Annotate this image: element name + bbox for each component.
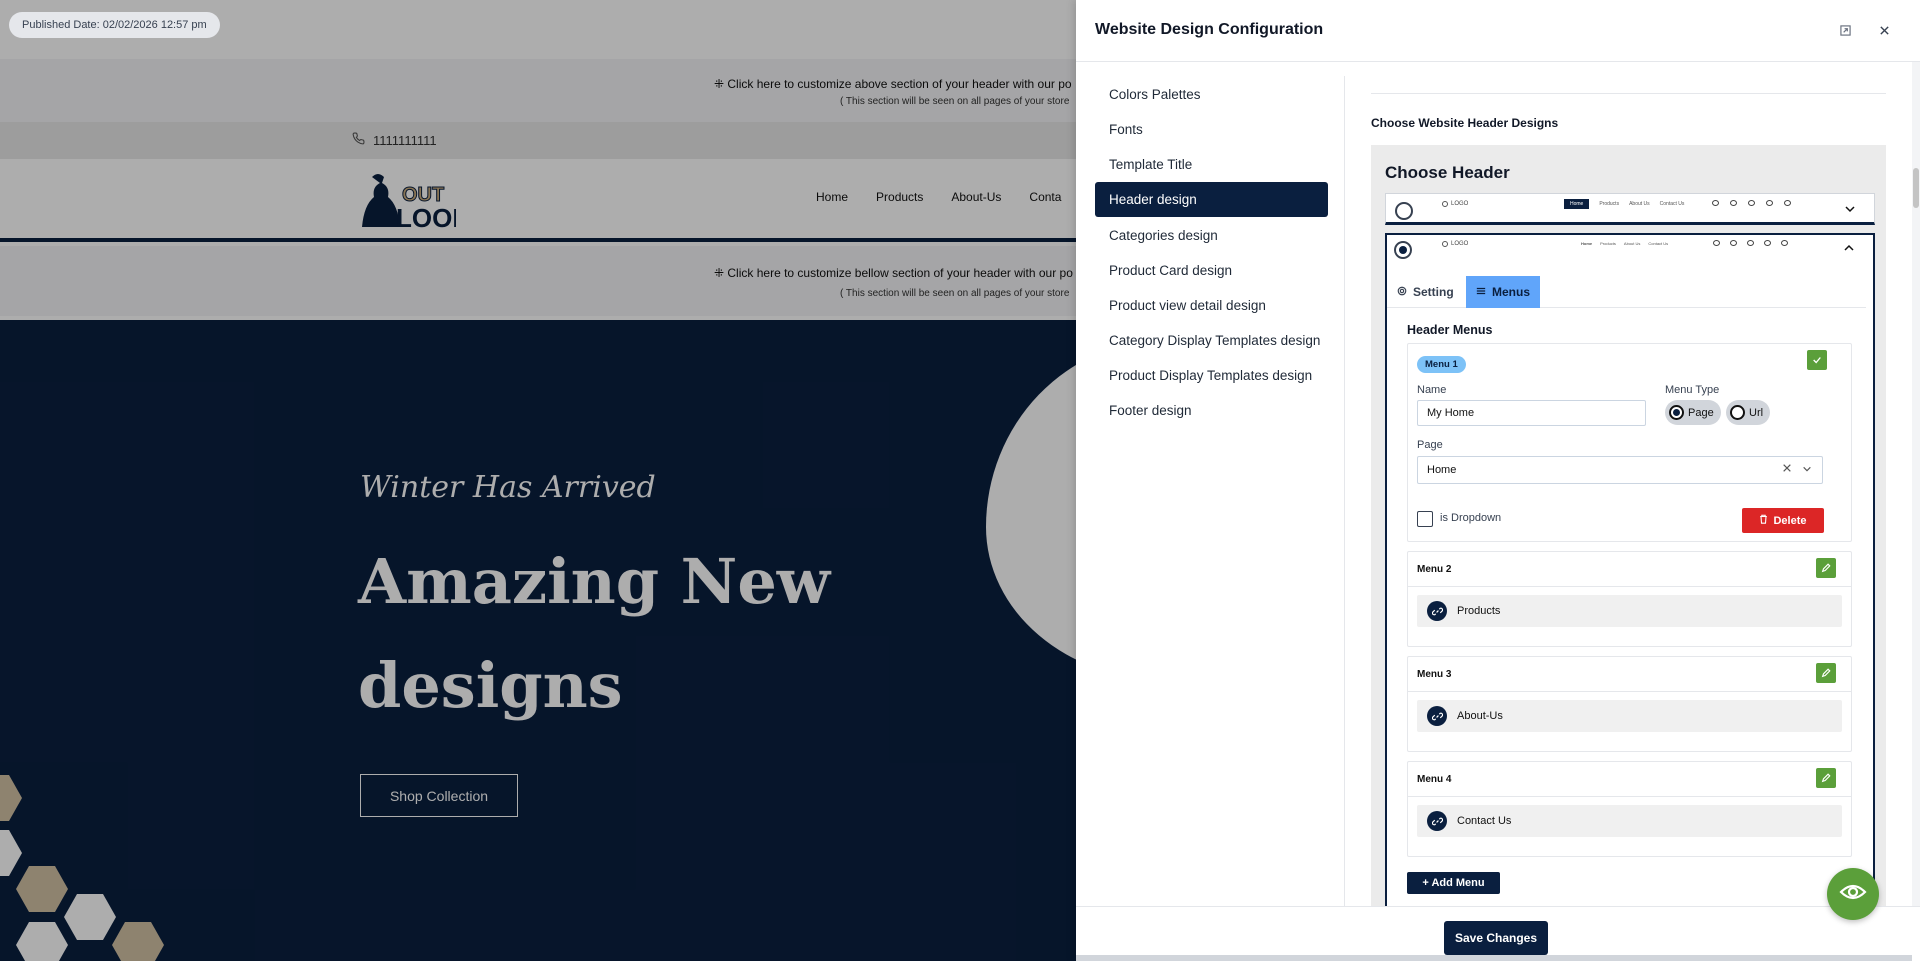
pencil-icon	[1821, 773, 1831, 783]
nav-template-title[interactable]: Template Title	[1095, 147, 1328, 182]
pencil-icon	[1821, 668, 1831, 678]
menu-1-badge: Menu 1	[1417, 356, 1466, 373]
menu-type-url-radio[interactable]: Url	[1726, 400, 1771, 425]
link-icon	[1427, 811, 1447, 831]
chevron-down-icon[interactable]	[1844, 202, 1856, 220]
nav-colors-palettes[interactable]: Colors Palettes	[1095, 77, 1328, 112]
page-select[interactable]: Home	[1417, 456, 1823, 484]
menu-card-4: Menu 4 Contact Us	[1407, 761, 1852, 857]
header-option-2[interactable]: LOGO Home Products About Us Contact Us S…	[1385, 233, 1875, 906]
nav-header-design[interactable]: Header design	[1095, 182, 1328, 218]
mini-nav: Home Products About Us Contact Us	[1564, 199, 1684, 209]
mini-logo: LOGO	[1442, 241, 1468, 247]
design-config-drawer: Website Design Configuration Colors Pale…	[1076, 0, 1920, 961]
drawer-header: Website Design Configuration	[1076, 0, 1920, 62]
section-divider	[1371, 93, 1886, 94]
trash-icon	[1759, 514, 1768, 527]
is-dropdown-checkbox[interactable]	[1417, 511, 1433, 527]
header-option-1[interactable]: LOGO Home Products About Us Contact Us	[1385, 193, 1875, 225]
drawer-scrollbar[interactable]	[1912, 62, 1920, 906]
menus-panel: Header Menus Menu 1 Name My Home Menu Ty…	[1407, 323, 1866, 894]
site-preview: ⁜ Click here to customize above section …	[0, 0, 1076, 961]
choose-header-box: Choose Header LOGO Home Products About U…	[1371, 145, 1886, 906]
close-icon[interactable]	[1876, 22, 1892, 38]
menu-2-item[interactable]: Products	[1417, 595, 1842, 627]
name-label: Name	[1417, 384, 1447, 396]
eye-icon	[1839, 882, 1867, 907]
nav-category-display-templates[interactable]: Category Display Templates design	[1095, 323, 1328, 358]
published-date-badge: Published Date: 02/02/2026 12:57 pm	[9, 12, 220, 38]
menu-name-input[interactable]: My Home	[1417, 400, 1646, 426]
mini-logo: LOGO	[1442, 201, 1468, 207]
menu-4-title: Menu 4	[1417, 774, 1452, 785]
header-menus-title: Header Menus	[1407, 323, 1493, 337]
preview-toggle-button[interactable]	[1827, 868, 1879, 920]
menu-type-label: Menu Type	[1665, 384, 1720, 396]
mini-icons	[1712, 200, 1791, 209]
add-menu-button[interactable]: + Add Menu	[1407, 872, 1500, 894]
menu-4-item[interactable]: Contact Us	[1417, 805, 1842, 837]
tab-setting[interactable]: Setting	[1387, 276, 1464, 308]
menu-3-title: Menu 3	[1417, 669, 1452, 680]
mini-nav: Home Products About Us Contact Us	[1581, 241, 1669, 246]
nav-product-display-templates[interactable]: Product Display Templates design	[1095, 358, 1328, 393]
mini-icons	[1713, 240, 1788, 249]
nav-product-card-design[interactable]: Product Card design	[1095, 253, 1328, 288]
preview-overlay	[0, 0, 1076, 961]
menu-2-title: Menu 2	[1417, 564, 1452, 575]
section-title: Choose Website Header Designs	[1371, 116, 1559, 130]
nav-categories-design[interactable]: Categories design	[1095, 218, 1328, 253]
horizontal-scrollbar[interactable]	[1076, 955, 1912, 961]
choose-header-title: Choose Header	[1385, 163, 1510, 182]
header-option-1-radio[interactable]	[1395, 202, 1413, 220]
config-sidebar: Colors Palettes Fonts Template Title Hea…	[1095, 77, 1328, 428]
menu-card-3: Menu 3 About-Us	[1407, 656, 1852, 752]
drawer-footer: Save Changes	[1076, 906, 1920, 961]
nav-product-view-detail-design[interactable]: Product view detail design	[1095, 288, 1328, 323]
drawer-title: Website Design Configuration	[1095, 21, 1324, 38]
clear-icon[interactable]	[1782, 463, 1792, 476]
nav-fonts[interactable]: Fonts	[1095, 112, 1328, 147]
nav-footer-design[interactable]: Footer design	[1095, 393, 1328, 428]
save-changes-button[interactable]: Save Changes	[1444, 921, 1548, 955]
check-icon	[1813, 357, 1821, 364]
radio-selected-icon	[1669, 405, 1684, 420]
expand-icon[interactable]	[1837, 22, 1853, 38]
config-content: Choose Website Header Designs Choose Hea…	[1345, 62, 1912, 906]
edit-menu-4-button[interactable]	[1816, 768, 1836, 788]
list-icon	[1476, 285, 1486, 299]
chevron-up-icon[interactable]	[1843, 241, 1855, 259]
pencil-icon	[1821, 563, 1831, 573]
link-icon	[1427, 601, 1447, 621]
page-label: Page	[1417, 439, 1443, 451]
confirm-check-button[interactable]	[1807, 350, 1827, 370]
is-dropdown-label: is Dropdown	[1440, 512, 1502, 524]
menu-3-item[interactable]: About-Us	[1417, 700, 1842, 732]
delete-menu-button[interactable]: Delete	[1742, 508, 1824, 533]
chevron-down-icon[interactable]	[1802, 464, 1812, 477]
header-tabs: Setting Menus	[1387, 273, 1866, 308]
menu-card-1: Menu 1 Name My Home Menu Type Page Url P…	[1407, 343, 1852, 542]
radio-empty-icon	[1730, 405, 1745, 420]
edit-menu-2-button[interactable]	[1816, 558, 1836, 578]
tab-menus[interactable]: Menus	[1466, 276, 1541, 308]
gear-icon	[1397, 285, 1407, 299]
menu-type-page-radio[interactable]: Page	[1665, 400, 1721, 425]
menu-card-2: Menu 2 Products	[1407, 551, 1852, 647]
edit-menu-3-button[interactable]	[1816, 663, 1836, 683]
link-icon	[1427, 706, 1447, 726]
header-option-2-radio[interactable]	[1394, 241, 1412, 259]
